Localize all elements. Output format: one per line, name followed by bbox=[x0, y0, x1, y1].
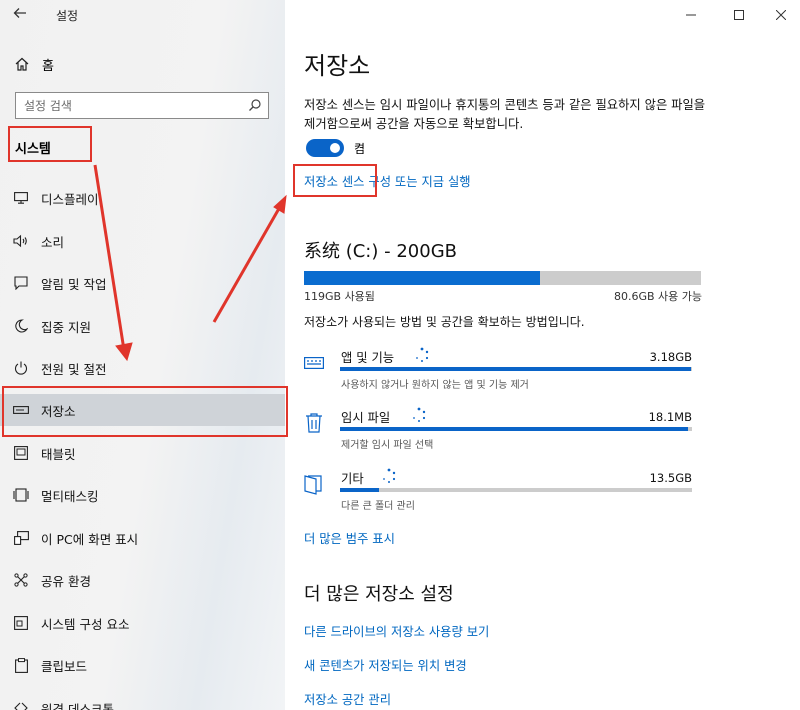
sidebar-item-label: 원격 데스크톱 bbox=[41, 701, 114, 710]
sidebar-item-label: 멀티태스킹 bbox=[41, 488, 99, 504]
sidebar-item-label: 시스템 구성 요소 bbox=[41, 616, 130, 632]
storage-sense-toggle[interactable] bbox=[306, 139, 344, 157]
speaker-icon bbox=[12, 232, 30, 250]
more-settings-title: 더 많은 저장소 설정 bbox=[304, 584, 454, 605]
category-usage-bar bbox=[340, 488, 692, 492]
toggle-knob bbox=[330, 143, 340, 153]
trash-icon bbox=[306, 413, 322, 433]
category-name: 앱 및 기능 bbox=[341, 351, 395, 365]
project-icon bbox=[12, 529, 30, 547]
window-title: 설정 bbox=[56, 9, 79, 23]
category-usage-bar-fill bbox=[340, 427, 689, 431]
apps-icon bbox=[304, 356, 324, 370]
category-usage-bar bbox=[340, 367, 692, 371]
usage-description: 저장소가 사용되는 방법 및 공간을 확보하는 방법입니다. bbox=[304, 315, 585, 329]
category-description: 제거할 임시 파일 선택 bbox=[341, 440, 434, 451]
sidebar-item-label: 소리 bbox=[41, 234, 65, 250]
drive-title: 系统 (C:) - 200GB bbox=[304, 241, 457, 262]
sidebar-item-label: 전원 및 절전 bbox=[41, 361, 107, 377]
annotation-box-system bbox=[8, 126, 92, 162]
back-arrow-icon bbox=[13, 8, 26, 18]
clipboard-icon bbox=[12, 656, 30, 674]
sidebar-item-multitasking[interactable]: 멀티태스킹 bbox=[0, 479, 285, 511]
category-size: 3.18GB bbox=[649, 350, 692, 364]
page-title: 저장소 bbox=[304, 52, 371, 80]
back-button[interactable] bbox=[10, 5, 30, 25]
category-apps[interactable]: 앱 및 기능 3.18GB 사용하지 않거나 원하지 않는 앱 및 기능 제거 bbox=[304, 347, 694, 398]
sidebar-item-clipboard[interactable]: 클립보드 bbox=[0, 649, 285, 681]
remote-desktop-icon bbox=[12, 699, 30, 710]
shared-experience-icon bbox=[12, 571, 30, 589]
drive-usage-bar-fill bbox=[304, 271, 541, 285]
category-usage-bar bbox=[340, 427, 692, 431]
sidebar-item-label: 알림 및 작업 bbox=[41, 276, 107, 292]
category-size: 13.5GB bbox=[649, 471, 692, 485]
sidebar-item-display[interactable]: 디스플레이 bbox=[0, 182, 285, 214]
toggle-state-label: 켬 bbox=[354, 142, 366, 156]
sidebar-item-label: 공유 환경 bbox=[41, 573, 91, 589]
category-usage-bar-fill bbox=[340, 488, 379, 492]
sidebar-item-focus-assist[interactable]: 집중 지원 bbox=[0, 310, 285, 342]
drive-used-text: 119GB 사용됨 bbox=[304, 290, 375, 303]
search-box[interactable] bbox=[15, 92, 269, 119]
category-other[interactable]: 기타 13.5GB 다른 큰 폴더 관리 bbox=[304, 468, 694, 519]
change-save-location-link[interactable]: 새 콘텐츠가 저장되는 위치 변경 bbox=[304, 656, 467, 674]
tablet-icon bbox=[12, 444, 30, 462]
sidebar-item-tablet[interactable]: 태블릿 bbox=[0, 437, 285, 469]
annotation-box-storage-sense bbox=[293, 164, 377, 197]
sidebar-item-label: 태블릿 bbox=[41, 446, 76, 462]
category-size: 18.1MB bbox=[648, 410, 692, 424]
category-description: 다른 큰 폴더 관리 bbox=[341, 501, 415, 512]
search-icon[interactable] bbox=[248, 98, 262, 112]
view-other-drives-link[interactable]: 다른 드라이브의 저장소 사용량 보기 bbox=[304, 622, 489, 640]
folder-icon bbox=[304, 475, 322, 495]
multitasking-icon bbox=[12, 486, 30, 504]
loading-spinner-icon bbox=[416, 347, 429, 362]
sidebar-item-power[interactable]: 전원 및 절전 bbox=[0, 352, 285, 384]
sidebar-item-label: 집중 지원 bbox=[41, 319, 91, 335]
sidebar-item-shared-experiences[interactable]: 공유 환경 bbox=[0, 564, 285, 596]
category-usage-bar-fill bbox=[340, 367, 692, 371]
storage-sense-description: 저장소 센스는 임시 파일이나 휴지통의 콘텐츠 등과 같은 필요하지 않은 파… bbox=[304, 98, 706, 131]
sidebar-item-system-components[interactable]: 시스템 구성 요소 bbox=[0, 607, 285, 639]
search-input[interactable] bbox=[24, 98, 244, 113]
category-description: 사용하지 않거나 원하지 않는 앱 및 기능 제거 bbox=[341, 380, 529, 391]
show-more-categories-link[interactable]: 더 많은 범주 표시 bbox=[304, 529, 395, 547]
category-temp-files[interactable]: 임시 파일 18.1MB 제거할 임시 파일 선택 bbox=[304, 407, 694, 458]
loading-spinner-icon bbox=[413, 407, 426, 422]
sidebar-item-label: 디스플레이 bbox=[41, 191, 99, 207]
sidebar-item-sound[interactable]: 소리 bbox=[0, 225, 285, 257]
manage-storage-spaces-link[interactable]: 저장소 공간 관리 bbox=[304, 690, 391, 708]
drive-free-text: 80.6GB 사용 가능 bbox=[613, 290, 702, 303]
annotation-box-storage bbox=[2, 386, 288, 437]
sidebar-item-remote-desktop[interactable]: 원격 데스크톱 bbox=[0, 692, 285, 710]
sidebar-item-label: 홈 bbox=[42, 58, 54, 74]
sidebar-item-label: 클립보드 bbox=[41, 658, 88, 674]
sidebar-item-label: 이 PC에 화면 표시 bbox=[41, 531, 139, 547]
category-name: 임시 파일 bbox=[341, 411, 391, 425]
drive-usage-bar bbox=[304, 271, 701, 285]
display-icon bbox=[12, 189, 30, 207]
loading-spinner-icon bbox=[383, 468, 396, 483]
category-name: 기타 bbox=[341, 472, 364, 486]
sidebar: 설정 홈 시스템 디스플레이 소리 알림 및 작업 집중 지원 전원 및 절전 … bbox=[0, 0, 285, 710]
components-icon bbox=[12, 614, 30, 632]
sidebar-item-notifications[interactable]: 알림 및 작업 bbox=[0, 267, 285, 299]
notification-icon bbox=[12, 274, 30, 292]
main-content: 저장소 저장소 센스는 임시 파일이나 휴지통의 콘텐츠 등과 같은 필요하지 … bbox=[304, 0, 800, 710]
sidebar-item-project[interactable]: 이 PC에 화면 표시 bbox=[0, 522, 285, 554]
moon-icon bbox=[12, 317, 30, 335]
home-icon bbox=[15, 57, 29, 71]
sidebar-item-home[interactable]: 홈 bbox=[14, 54, 54, 74]
power-icon bbox=[12, 359, 30, 377]
